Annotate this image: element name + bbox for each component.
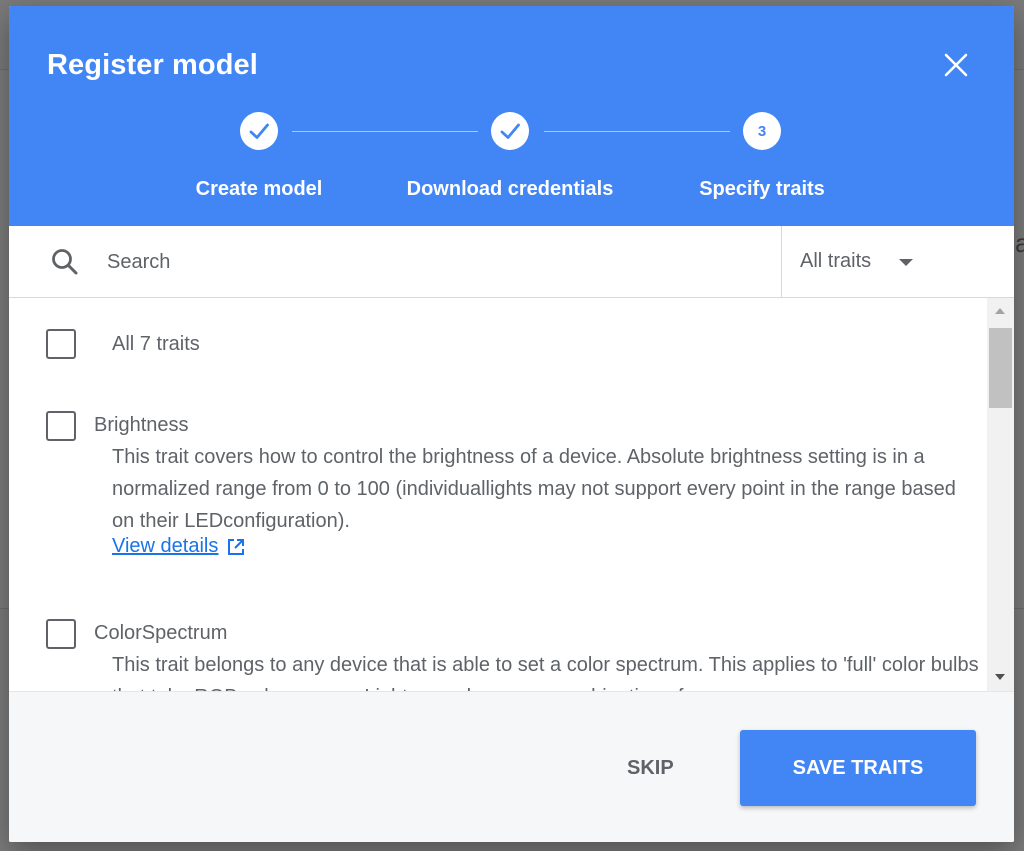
close-icon bbox=[944, 53, 968, 77]
caret-down-icon bbox=[899, 259, 913, 266]
step-3-number: 3 bbox=[757, 122, 767, 140]
check-icon bbox=[500, 123, 520, 139]
skip-button[interactable]: SKIP bbox=[617, 748, 684, 788]
save-traits-button[interactable]: SAVE TRAITS bbox=[740, 730, 976, 806]
traits-filter-dropdown[interactable]: All traits bbox=[782, 226, 1014, 298]
search-bar: All traits bbox=[9, 226, 1014, 298]
list-scrollbar[interactable] bbox=[987, 298, 1014, 691]
view-details-link[interactable]: View details bbox=[112, 535, 246, 558]
step-2-label: Download credentials bbox=[406, 178, 614, 200]
dialog-footer: SKIP SAVE TRAITS bbox=[9, 691, 1014, 842]
trait-description: This trait belongs to any device that is… bbox=[112, 654, 979, 691]
dialog-title: Register model bbox=[47, 49, 258, 81]
traits-list: All 7 traits Brightness This trait cover… bbox=[9, 298, 1014, 691]
select-all-checkbox[interactable] bbox=[46, 329, 76, 359]
step-2-indicator bbox=[491, 112, 529, 150]
view-details-label: View details bbox=[112, 535, 219, 557]
scroll-down-arrow-icon[interactable] bbox=[995, 674, 1005, 680]
scroll-up-arrow-icon[interactable] bbox=[995, 308, 1005, 314]
select-all-label: All 7 traits bbox=[112, 333, 200, 355]
register-model-dialog: Register model 3 Create model Download c… bbox=[9, 6, 1014, 842]
search-icon bbox=[52, 249, 78, 275]
search-input[interactable] bbox=[105, 242, 765, 282]
stepper-connector-2 bbox=[544, 131, 730, 132]
trait-description: This trait covers how to control the bri… bbox=[112, 446, 956, 532]
step-3-label: Specify traits bbox=[699, 178, 825, 200]
background-text-fragment: a bbox=[1015, 228, 1024, 258]
step-3-indicator: 3 bbox=[743, 112, 781, 150]
step-1-label: Create model bbox=[195, 178, 323, 200]
dialog-header: Register model 3 Create model Download c… bbox=[9, 6, 1014, 226]
scrollbar-thumb[interactable] bbox=[989, 328, 1012, 408]
trait-name: Brightness bbox=[94, 414, 189, 436]
trait-checkbox-brightness[interactable] bbox=[46, 411, 76, 441]
trait-checkbox-colorspectrum[interactable] bbox=[46, 619, 76, 649]
step-1-indicator bbox=[240, 112, 278, 150]
open-in-new-icon bbox=[228, 538, 245, 555]
traits-filter-value: All traits bbox=[800, 250, 872, 272]
check-icon bbox=[249, 123, 269, 139]
stepper-connector-1 bbox=[292, 131, 478, 132]
trait-name: ColorSpectrum bbox=[94, 622, 228, 644]
close-button[interactable] bbox=[937, 46, 975, 84]
